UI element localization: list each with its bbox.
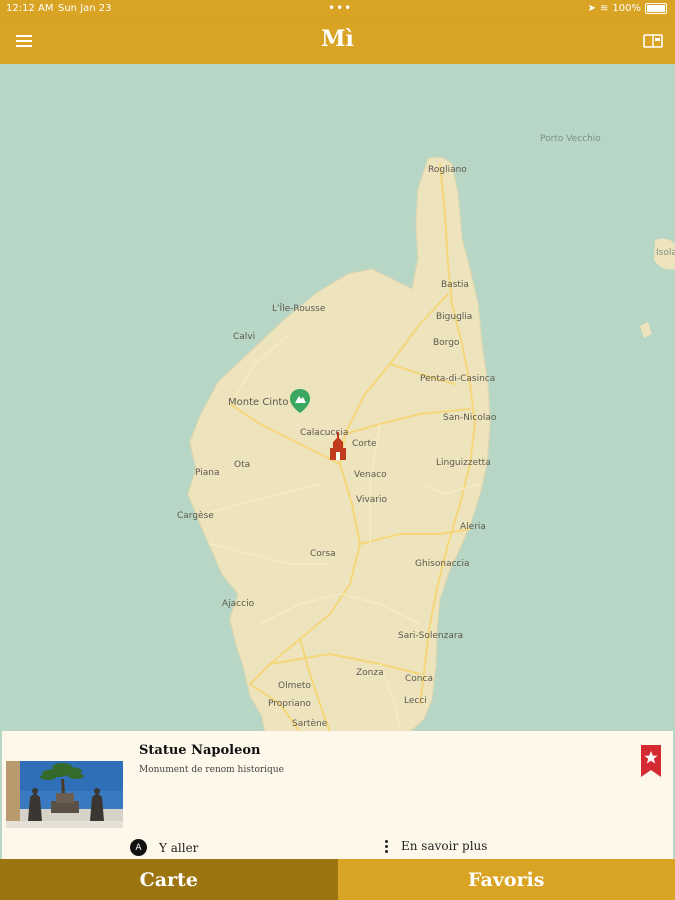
map-label-rogliano: Rogliano [428,165,467,175]
multitask-dots-icon[interactable]: ••• [328,1,352,15]
book-icon[interactable] [643,34,663,48]
status-right: ➤ ≋ 100% [588,3,667,14]
map-label-ota: Ota [234,460,251,470]
map-label-zonza: Zonza [356,668,384,678]
monument-marker-icon[interactable] [329,432,347,462]
map-label-penta: Penta-di-Casinca [420,374,496,384]
app-title: Mì [321,26,354,52]
map-label-olmeto: Olmeto [278,681,311,691]
wifi-icon: ≋ [600,3,609,14]
map-label-corsa: Corsa [310,549,336,559]
navigate-icon: A [130,839,147,856]
park-marker-icon[interactable] [290,389,310,413]
map-label-lecci: Lecci [404,696,427,706]
bookmark-star-icon[interactable] [641,745,661,777]
map-label-cargese: Cargèse [177,511,214,521]
poi-title: Statue Napoleon [139,743,261,758]
learn-more-label: En savoir plus [401,839,488,853]
map-label-monte-cinto: Monte Cinto [228,397,289,408]
map-label-porto-vecchio: Porto Vecchio [540,134,601,144]
map-label-isola: Isola [656,248,675,258]
poi-thumbnail[interactable] [6,761,123,828]
tab-favoris[interactable]: Favoris [337,859,675,900]
app-bar: Mì [0,18,675,64]
map-label-corte: Corte [352,439,377,449]
map-label-calvi: Calvi [233,332,256,342]
poi-card[interactable]: Statue Napoleon Monument de renom histor… [2,731,673,859]
battery-level: 100% [612,3,641,14]
tab-carte[interactable]: Carte [0,859,338,900]
status-date: Sun Jan 23 [58,3,112,14]
go-there-button[interactable]: A Y aller [130,839,198,856]
map-label-borgo: Borgo [433,338,460,348]
location-icon: ➤ [587,3,597,14]
map-label-bastia: Bastia [441,280,469,290]
poi-subtitle: Monument de renom historique [139,765,284,775]
map-label-propriano: Propriano [268,699,311,709]
go-there-label: Y aller [159,840,199,855]
map-label-sartene: Sartène [292,719,328,729]
map-label-sari-solenzara: Sari-Solenzara [398,631,464,641]
map-label-ghisonaccia: Ghisonaccia [415,559,470,569]
map-label-biguglia: Biguglia [436,312,473,322]
map-label-aleria: Aleria [460,522,486,532]
learn-more-button[interactable]: En savoir plus [385,839,487,853]
bottom-tab-bar: Carte Favoris [0,859,675,900]
battery-icon [645,3,667,14]
map-label-piana: Piana [195,468,220,478]
map-label-conca: Conca [405,674,433,684]
status-time: 12:12 AM [6,3,54,14]
map-label-ile-rousse: L'Île-Rousse [272,304,326,314]
status-bar: 12:12 AM Sun Jan 23 ••• ➤ ≋ 100% [0,0,675,18]
map-label-vivario: Vivario [356,495,388,505]
map-label-linguizzetta: Linguizzetta [436,458,491,468]
map-label-san-nicolao: San-Nicolao [443,413,497,423]
map-view[interactable]: Porto Vecchio Rogliano Bastia Biguglia B… [0,64,675,733]
map-canvas[interactable] [0,64,675,733]
more-vertical-icon [385,839,389,853]
map-label-venaco: Venaco [354,470,387,480]
map-label-ajaccio: Ajaccio [222,599,255,609]
